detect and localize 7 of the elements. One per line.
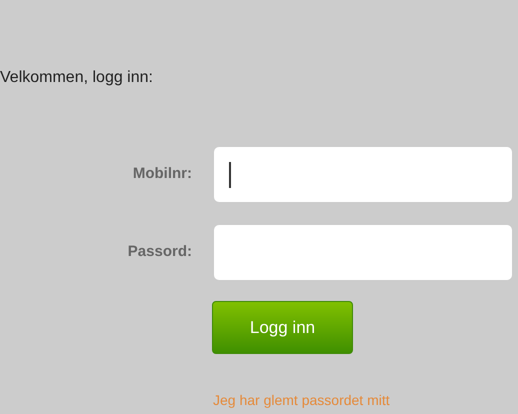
forgot-password-link[interactable]: Jeg har glemt passordet mitt	[213, 391, 390, 409]
field-label: Passord:	[128, 242, 192, 262]
input-field[interactable]	[214, 225, 512, 280]
login-button[interactable]: Logg inn	[212, 301, 353, 354]
field-label: Mobilnr:	[132, 164, 192, 184]
welcome-heading: Velkommen, logg inn:	[0, 68, 153, 88]
input-field[interactable]	[214, 147, 512, 202]
